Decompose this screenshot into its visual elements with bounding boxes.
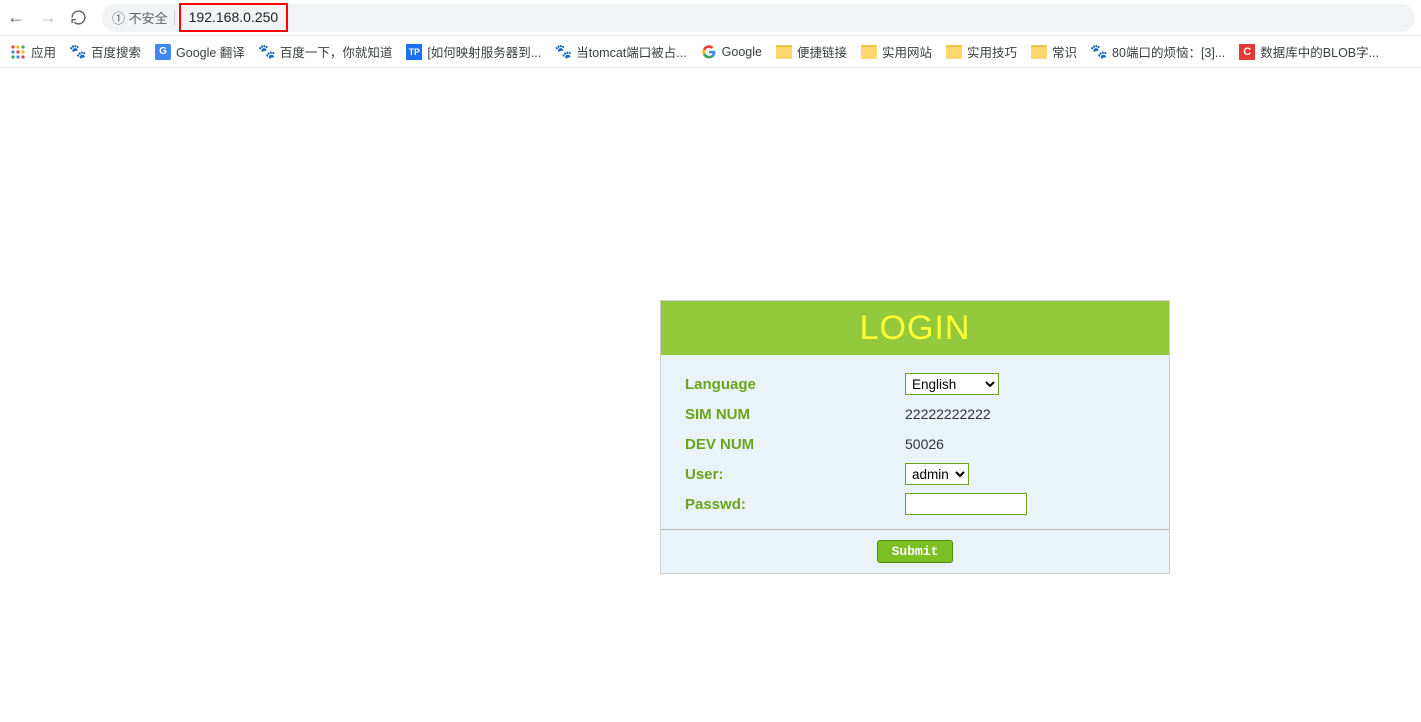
security-status: ① 不安全 <box>112 8 168 27</box>
bookmark-google[interactable]: Google <box>701 44 762 60</box>
apps-icon <box>10 44 26 60</box>
paw-icon: 🐾 <box>1091 44 1107 60</box>
sim-value: 22222222222 <box>905 406 991 422</box>
bookmark-links[interactable]: 便捷链接 <box>776 42 847 61</box>
dev-value: 50026 <box>905 436 944 452</box>
back-button[interactable]: ← <box>6 7 26 28</box>
apps-button[interactable]: 应用 <box>10 42 56 61</box>
bookmark-tp[interactable]: TP [如何映射服务器到... <box>406 42 541 61</box>
login-body: Language English SIM NUM 22222222222 DEV… <box>661 355 1169 529</box>
dev-label: DEV NUM <box>685 436 905 453</box>
bookmark-baidu-search[interactable]: 🐾 百度搜索 <box>70 42 141 61</box>
divider <box>174 10 175 26</box>
submit-button[interactable]: Submit <box>877 540 954 563</box>
bookmark-label: [如何映射服务器到... <box>427 42 541 61</box>
login-footer: Submit <box>661 529 1169 573</box>
bookmark-label: 实用网站 <box>882 42 932 61</box>
paw-icon: 🐾 <box>70 44 86 60</box>
folder-icon <box>946 45 962 59</box>
folder-icon <box>1031 45 1047 59</box>
folder-icon <box>861 45 877 59</box>
passwd-label: Passwd: <box>685 496 905 513</box>
reload-button[interactable] <box>70 9 90 26</box>
bookmark-label: Google 翻译 <box>176 42 245 61</box>
bookmark-knowledge[interactable]: 常识 <box>1031 42 1077 61</box>
bookmark-label: 百度一下，你就知道 <box>280 42 393 61</box>
bookmark-port80[interactable]: 🐾 80端口的烦恼：[3]... <box>1091 42 1225 61</box>
bookmark-label: 实用技巧 <box>967 42 1017 61</box>
bookmark-tomcat[interactable]: 🐾 当tomcat端口被占... <box>555 42 686 61</box>
bookmark-label: 便捷链接 <box>797 42 847 61</box>
folder-icon <box>776 45 792 59</box>
paw-icon: 🐾 <box>555 44 571 60</box>
address-bar[interactable]: ① 不安全 192.168.0.250 <box>102 4 1415 32</box>
forward-button[interactable]: → <box>38 7 58 28</box>
bookmark-label: Google <box>722 45 762 59</box>
user-select[interactable]: admin <box>905 463 969 485</box>
bookmark-label: 数据库中的BLOB字... <box>1260 42 1379 61</box>
bookmark-label: 常识 <box>1052 42 1077 61</box>
language-label: Language <box>685 376 905 393</box>
login-header: LOGIN <box>661 301 1169 355</box>
login-title: LOGIN <box>860 309 971 348</box>
bookmark-blob[interactable]: C 数据库中的BLOB字... <box>1239 42 1379 61</box>
url-text: 192.168.0.250 <box>189 9 279 25</box>
url-highlight-box: 192.168.0.250 <box>179 3 289 32</box>
login-panel: LOGIN Language English SIM NUM 222222222… <box>660 300 1170 574</box>
c-icon: C <box>1239 44 1255 60</box>
page-content: LOGIN Language English SIM NUM 222222222… <box>0 68 1421 722</box>
bookmark-tips[interactable]: 实用技巧 <box>946 42 1017 61</box>
translate-icon: G <box>155 44 171 60</box>
google-icon <box>701 44 717 60</box>
bookmark-baidu[interactable]: 🐾 百度一下，你就知道 <box>259 42 393 61</box>
tp-icon: TP <box>406 44 422 60</box>
user-label: User: <box>685 466 905 483</box>
browser-toolbar: ← → ① 不安全 192.168.0.250 <box>0 0 1421 36</box>
password-input[interactable] <box>905 493 1027 515</box>
paw-icon: 🐾 <box>259 44 275 60</box>
bookmark-label: 80端口的烦恼：[3]... <box>1112 42 1225 61</box>
bookmarks-bar: 应用 🐾 百度搜索 G Google 翻译 🐾 百度一下，你就知道 TP [如何映射服务… <box>0 36 1421 68</box>
bookmark-google-translate[interactable]: G Google 翻译 <box>155 42 245 61</box>
apps-label: 应用 <box>31 42 56 61</box>
bookmark-sites[interactable]: 实用网站 <box>861 42 932 61</box>
bookmark-label: 当tomcat端口被占... <box>576 42 686 61</box>
bookmark-label: 百度搜索 <box>91 42 141 61</box>
sim-label: SIM NUM <box>685 406 905 423</box>
language-select[interactable]: English <box>905 373 999 395</box>
